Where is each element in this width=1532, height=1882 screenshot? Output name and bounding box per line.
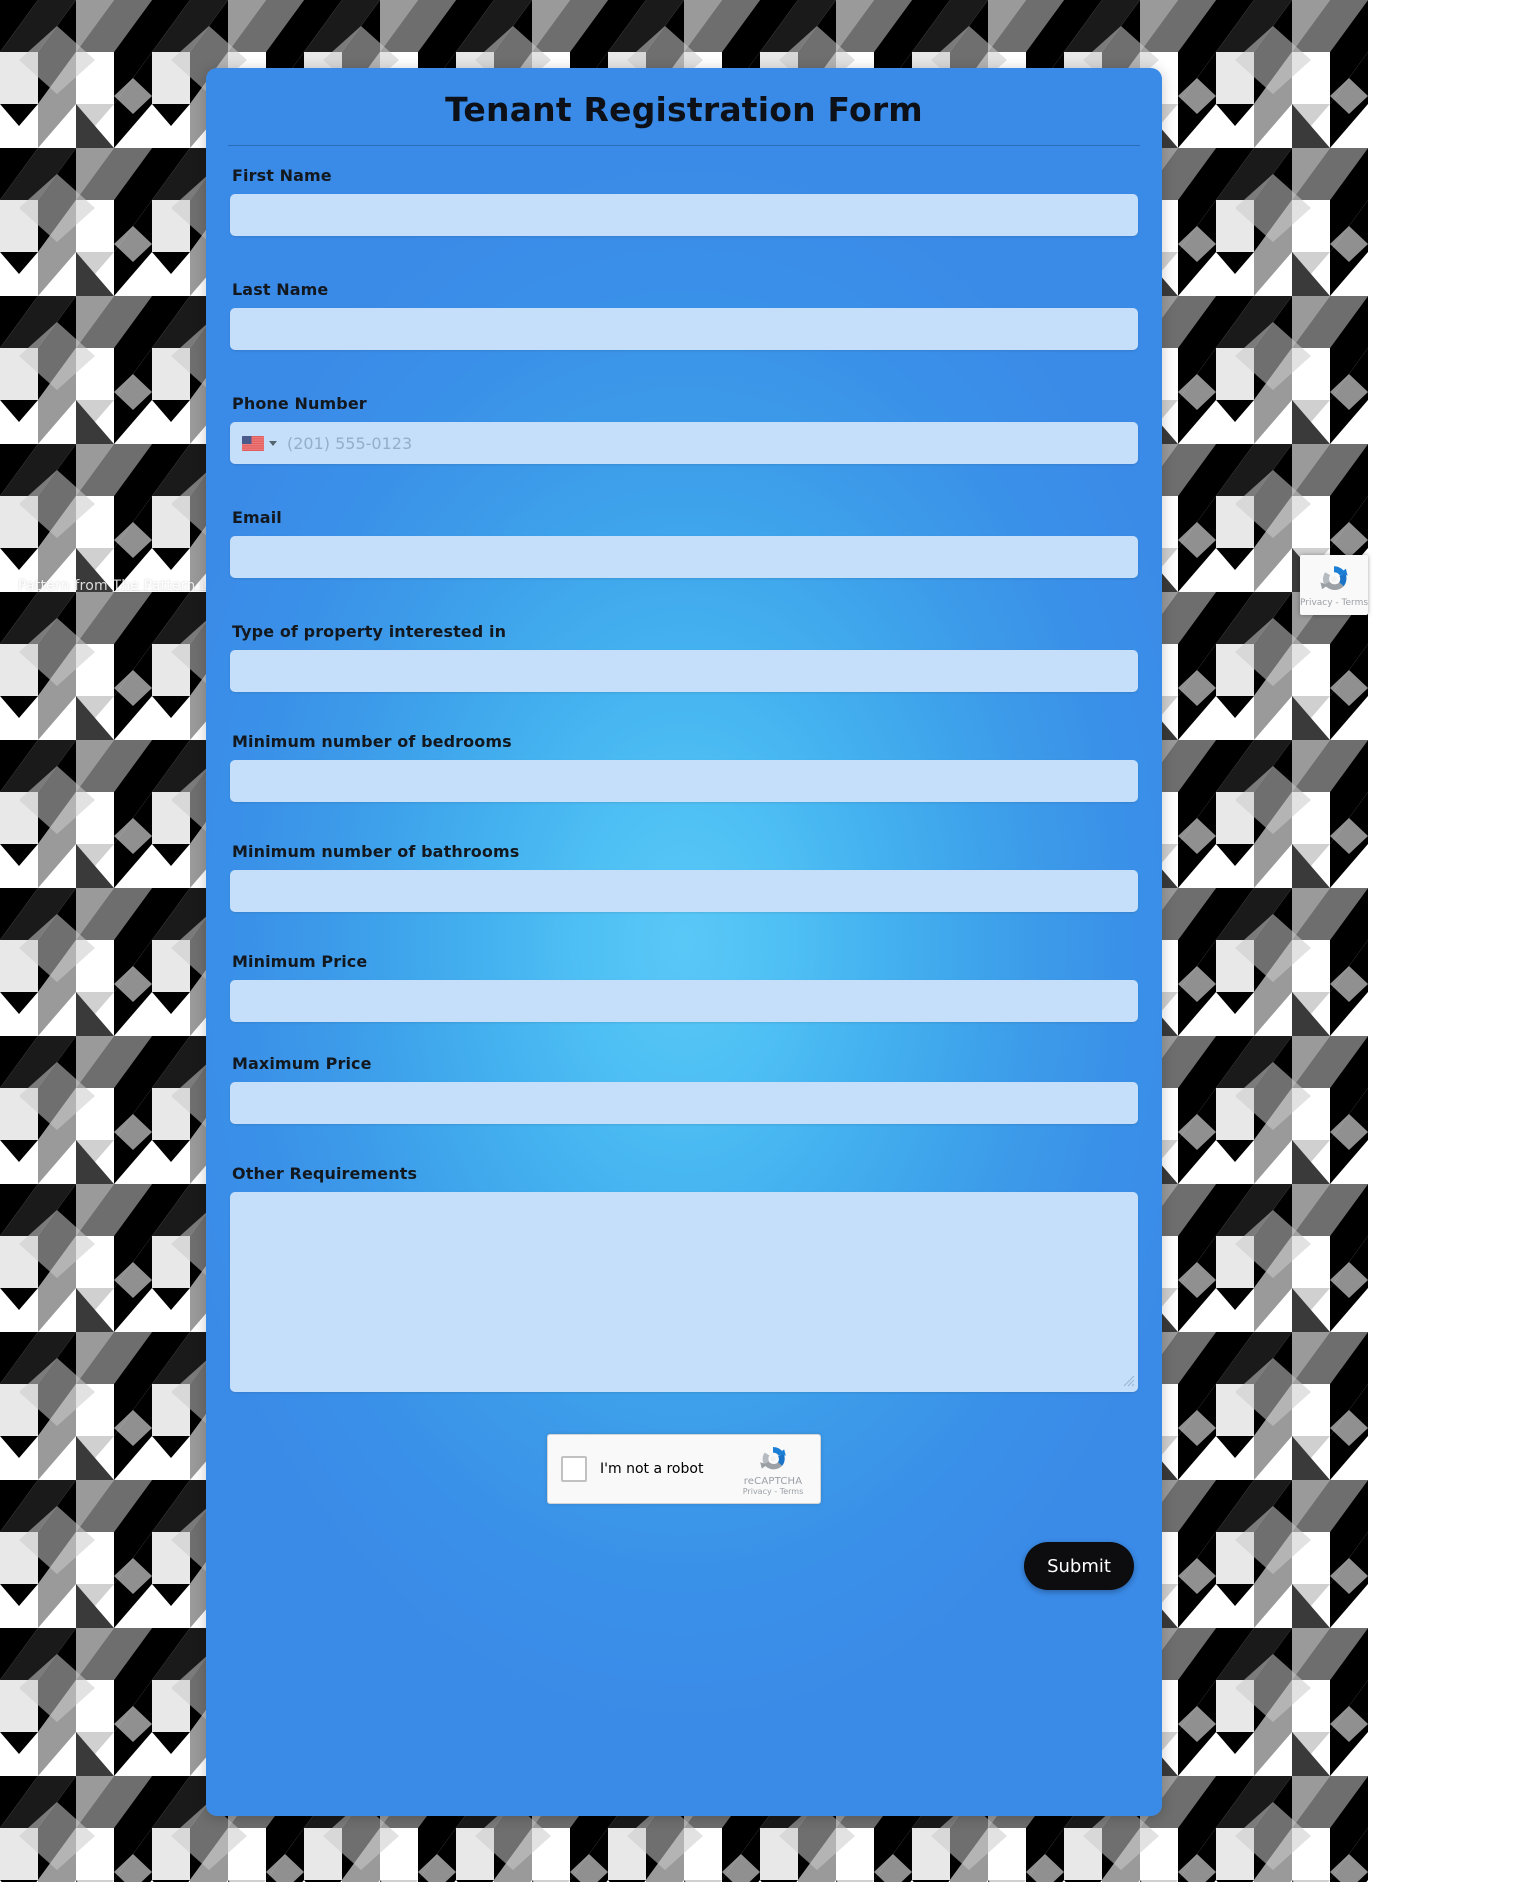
tenant-registration-form-card: Tenant Registration Form First Name Last… [206,68,1162,1816]
field-last-name: Last Name [228,280,1140,350]
field-max-price: Maximum Price [228,1054,1140,1124]
property-type-input[interactable] [230,650,1138,692]
recaptcha-brand-name: reCAPTCHA [743,1476,803,1487]
title-divider [228,145,1140,146]
submit-button[interactable]: Submit [1024,1542,1134,1590]
field-min-bathrooms: Minimum number of bathrooms [228,842,1140,912]
field-phone-number: Phone Number [228,394,1140,464]
max-price-input[interactable] [230,1082,1138,1124]
us-flag-icon [242,435,264,451]
field-first-name: First Name [228,166,1140,236]
other-requirements-textarea[interactable] [230,1192,1138,1392]
pattern-credit-prefix: Pattern from [18,578,113,594]
phone-number-input[interactable] [285,422,1138,464]
label-phone-number: Phone Number [232,394,367,413]
label-email: Email [232,508,282,527]
label-min-bedrooms: Minimum number of bedrooms [232,732,512,751]
email-input[interactable] [230,536,1138,578]
recaptcha-logo-icon [760,1447,786,1470]
recaptcha-brand: reCAPTCHA Privacy - Terms [736,1443,810,1496]
label-min-bathrooms: Minimum number of bathrooms [232,842,520,861]
label-last-name: Last Name [232,280,329,299]
field-other-requirements: Other Requirements [228,1164,1140,1392]
page-title: Tenant Registration Form [445,90,923,129]
label-max-price: Maximum Price [232,1054,372,1073]
field-property-type: Type of property interested in [228,622,1140,692]
min-bathrooms-input[interactable] [230,870,1138,912]
field-min-price: Minimum Price [228,952,1140,1022]
submit-row: Submit [228,1504,1140,1590]
phone-input-group [230,422,1138,464]
country-code-selector[interactable] [230,422,285,464]
chevron-down-icon [269,440,277,446]
other-requirements-wrap [230,1192,1138,1392]
recaptcha-widget[interactable]: I'm not a robot reCAPTCHA Privacy - Term… [547,1434,821,1504]
last-name-input[interactable] [230,308,1138,350]
label-first-name: First Name [232,166,332,185]
recaptcha-floating-badge[interactable]: Privacy - Terms [1300,555,1368,615]
recaptcha-logo-icon [1320,566,1348,591]
field-min-bedrooms: Minimum number of bedrooms [228,732,1140,802]
recaptcha-label: I'm not a robot [600,1461,704,1477]
label-property-type: Type of property interested in [232,622,507,641]
field-email: Email [228,508,1140,578]
min-bedrooms-input[interactable] [230,760,1138,802]
label-min-price: Minimum Price [232,952,368,971]
recaptcha-row: I'm not a robot reCAPTCHA Privacy - Term… [228,1434,1140,1504]
first-name-input[interactable] [230,194,1138,236]
recaptcha-checkbox[interactable] [561,1456,587,1482]
recaptcha-legal-links[interactable]: Privacy - Terms [736,1487,810,1496]
label-other-requirements: Other Requirements [232,1164,418,1183]
recaptcha-badge-legal[interactable]: Privacy - Terms [1300,598,1368,608]
min-price-input[interactable] [230,980,1138,1022]
